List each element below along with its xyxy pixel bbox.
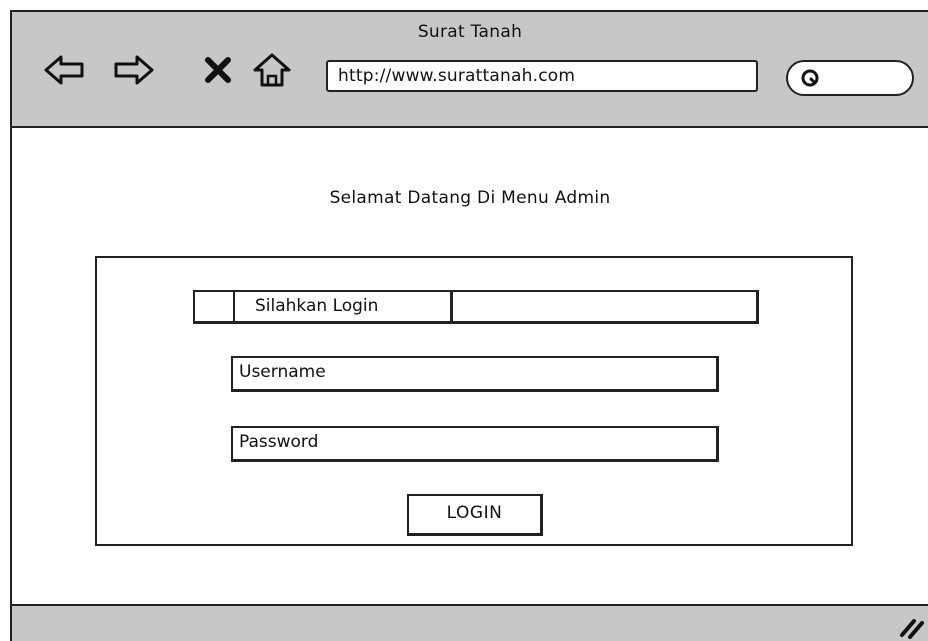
- login-button[interactable]: LOGIN: [407, 494, 543, 536]
- search-icon: [801, 69, 819, 87]
- login-header-left-cell: [195, 292, 235, 321]
- status-bar: [12, 604, 928, 641]
- login-header-label: Silahkan Login: [235, 292, 453, 321]
- login-panel: Silahkan Login Username Password LOGIN: [95, 256, 853, 546]
- close-x-icon: [205, 57, 231, 83]
- home-icon: [253, 53, 291, 87]
- url-bar[interactable]: http://www.surattanah.com: [326, 60, 758, 92]
- window-title: Surat Tanah: [417, 22, 523, 42]
- stop-button[interactable]: [196, 50, 240, 90]
- back-arrow-icon: [44, 55, 84, 85]
- welcome-text: Selamat Datang Di Menu Admin: [329, 188, 611, 208]
- forward-button[interactable]: [112, 50, 156, 90]
- back-button[interactable]: [42, 50, 86, 90]
- search-box[interactable]: [786, 60, 914, 96]
- browser-titlebar: Surat Tanah http://www.surattanah.com: [12, 12, 928, 128]
- password-field[interactable]: Password: [231, 426, 719, 462]
- resize-grip-icon[interactable]: [896, 613, 924, 639]
- stage: Surat Tanah http://www.surattanah.com Se…: [0, 0, 928, 641]
- home-button[interactable]: [250, 50, 294, 90]
- username-field[interactable]: Username: [231, 356, 719, 392]
- login-header-bar: Silahkan Login: [193, 290, 759, 324]
- forward-arrow-icon: [114, 55, 154, 85]
